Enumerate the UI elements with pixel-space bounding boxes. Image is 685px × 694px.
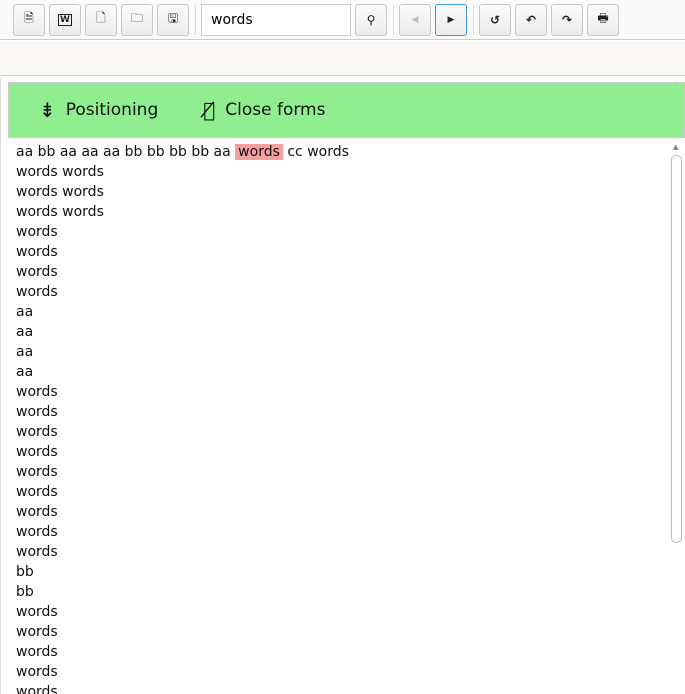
text-line: words bbox=[16, 464, 58, 480]
scrollbar-thumb[interactable] bbox=[671, 155, 682, 543]
text-line: aa bbox=[16, 364, 34, 380]
text-line: words bbox=[16, 244, 58, 260]
text-line: words bbox=[16, 444, 58, 460]
text-line: words bbox=[16, 384, 58, 400]
print-button[interactable]: 🖶 bbox=[587, 3, 619, 36]
divider bbox=[393, 4, 394, 35]
export-pdf-button[interactable]: 🗎 bbox=[13, 3, 45, 36]
text-line: words bbox=[16, 224, 58, 240]
search-button[interactable]: ⚲ bbox=[355, 3, 387, 36]
text-line: words bbox=[16, 664, 58, 680]
prev-icon: ◀ bbox=[411, 14, 419, 25]
text-line: words bbox=[16, 424, 58, 440]
text-line: aa bbox=[16, 344, 34, 360]
text-line: aa bb aa aa aa bb bb bb bb aa words cc w… bbox=[16, 142, 668, 162]
export-word-button[interactable]: W bbox=[49, 3, 81, 36]
text-line: words bbox=[16, 524, 58, 540]
save-button[interactable]: 🖫 bbox=[157, 3, 189, 36]
next-icon: ▶ bbox=[447, 14, 455, 25]
text-line: words bbox=[16, 284, 58, 300]
text-line: bb bbox=[16, 584, 34, 600]
toolbar: 🗎 W 🗋 🗀 🖫 ⚲ ◀ ▶ ↺ ↶ ↷ 🖶 bbox=[0, 0, 685, 40]
text-line: words bbox=[16, 264, 58, 280]
new-file-icon: 🗋 bbox=[96, 11, 106, 25]
close-forms-button[interactable]: 👁̸ Close forms bbox=[203, 98, 325, 122]
search-icon: ⚲ bbox=[366, 12, 376, 27]
print-icon: 🖶 bbox=[597, 11, 609, 25]
text-line: words bbox=[16, 644, 58, 660]
text-line: words words bbox=[16, 204, 104, 220]
text-line: aa bbox=[16, 324, 34, 340]
reset-button[interactable]: ↺ bbox=[479, 3, 511, 36]
undo-button[interactable]: ↶ bbox=[515, 3, 547, 36]
search-input[interactable] bbox=[201, 3, 351, 36]
secondary-toolbar bbox=[0, 41, 685, 76]
positioning-icon: ⇟ bbox=[39, 98, 56, 122]
action-bar: ⇟ Positioning 👁̸ Close forms bbox=[8, 82, 685, 138]
text-line: words bbox=[16, 624, 58, 640]
undo-icon: ↶ bbox=[525, 12, 537, 27]
document-text[interactable]: aa bb aa aa aa bb bb bb bb aa words cc w… bbox=[8, 141, 668, 694]
previous-match-button[interactable]: ◀ bbox=[399, 3, 431, 36]
new-file-button[interactable]: 🗋 bbox=[85, 3, 117, 36]
text-line: words bbox=[16, 404, 58, 420]
divider bbox=[473, 4, 474, 35]
text-line: bb bbox=[16, 564, 34, 580]
text-line: words bbox=[16, 604, 58, 620]
positioning-button[interactable]: ⇟ Positioning bbox=[39, 98, 158, 122]
close-forms-label: Close forms bbox=[225, 100, 326, 120]
scroll-up-icon[interactable]: ▲ bbox=[673, 143, 678, 151]
redo-icon: ↷ bbox=[561, 12, 573, 27]
eye-slash-icon: 👁̸ bbox=[203, 98, 216, 122]
text-line: words words bbox=[16, 184, 104, 200]
text-segment: aa bb aa aa aa bb bb bb bb aa bbox=[16, 144, 231, 160]
next-match-button[interactable]: ▶ bbox=[435, 3, 467, 36]
search-highlight: words bbox=[235, 144, 283, 160]
text-line: words bbox=[16, 504, 58, 520]
word-icon: W bbox=[58, 13, 72, 26]
positioning-label: Positioning bbox=[65, 100, 159, 120]
text-line: words words bbox=[16, 164, 104, 180]
vertical-scrollbar[interactable]: ▲ bbox=[669, 141, 685, 694]
pdf-icon: 🗎 bbox=[24, 11, 34, 25]
text-line: words bbox=[16, 484, 58, 500]
divider bbox=[195, 4, 196, 35]
save-icon: 🖫 bbox=[167, 11, 179, 25]
text-line: words bbox=[16, 544, 58, 560]
open-folder-button[interactable]: 🗀 bbox=[121, 3, 153, 36]
text-line: aa bbox=[16, 304, 34, 320]
reset-icon: ↺ bbox=[489, 12, 501, 27]
text-line: words bbox=[16, 684, 58, 694]
text-segment: cc words bbox=[287, 144, 349, 160]
redo-button[interactable]: ↷ bbox=[551, 3, 583, 36]
folder-icon: 🗀 bbox=[130, 11, 143, 25]
